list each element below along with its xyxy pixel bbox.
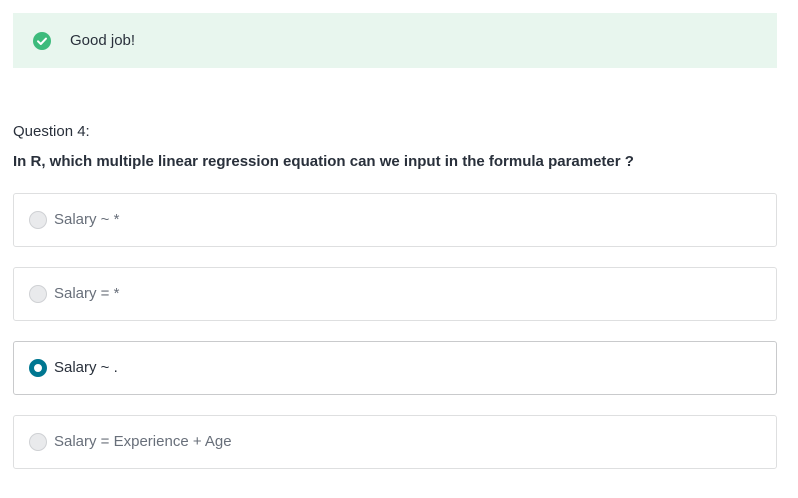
question-text: In R, which multiple linear regression e…	[13, 153, 634, 170]
answer-option-3[interactable]: Salary ~ .	[13, 341, 777, 395]
answer-option-4[interactable]: Salary = Experience + Age	[13, 415, 777, 469]
radio-button[interactable]	[29, 285, 47, 303]
check-circle-icon	[33, 32, 51, 50]
answer-label: Salary = Experience + Age	[54, 433, 232, 450]
answer-label: Salary ~ *	[54, 211, 120, 228]
radio-button[interactable]	[29, 211, 47, 229]
answer-option-2[interactable]: Salary = *	[13, 267, 777, 321]
alert-message: Good job!	[70, 32, 136, 49]
answer-option-1[interactable]: Salary ~ *	[13, 193, 777, 247]
quiz-page: Good job! Question 4: In R, which multip…	[0, 0, 798, 498]
radio-button-selected[interactable]	[29, 359, 47, 377]
answer-label: Salary ~ .	[54, 359, 118, 376]
success-alert: Good job!	[13, 13, 777, 68]
question-number: Question 4:	[13, 123, 90, 140]
radio-button[interactable]	[29, 433, 47, 451]
answer-label: Salary = *	[54, 285, 120, 302]
